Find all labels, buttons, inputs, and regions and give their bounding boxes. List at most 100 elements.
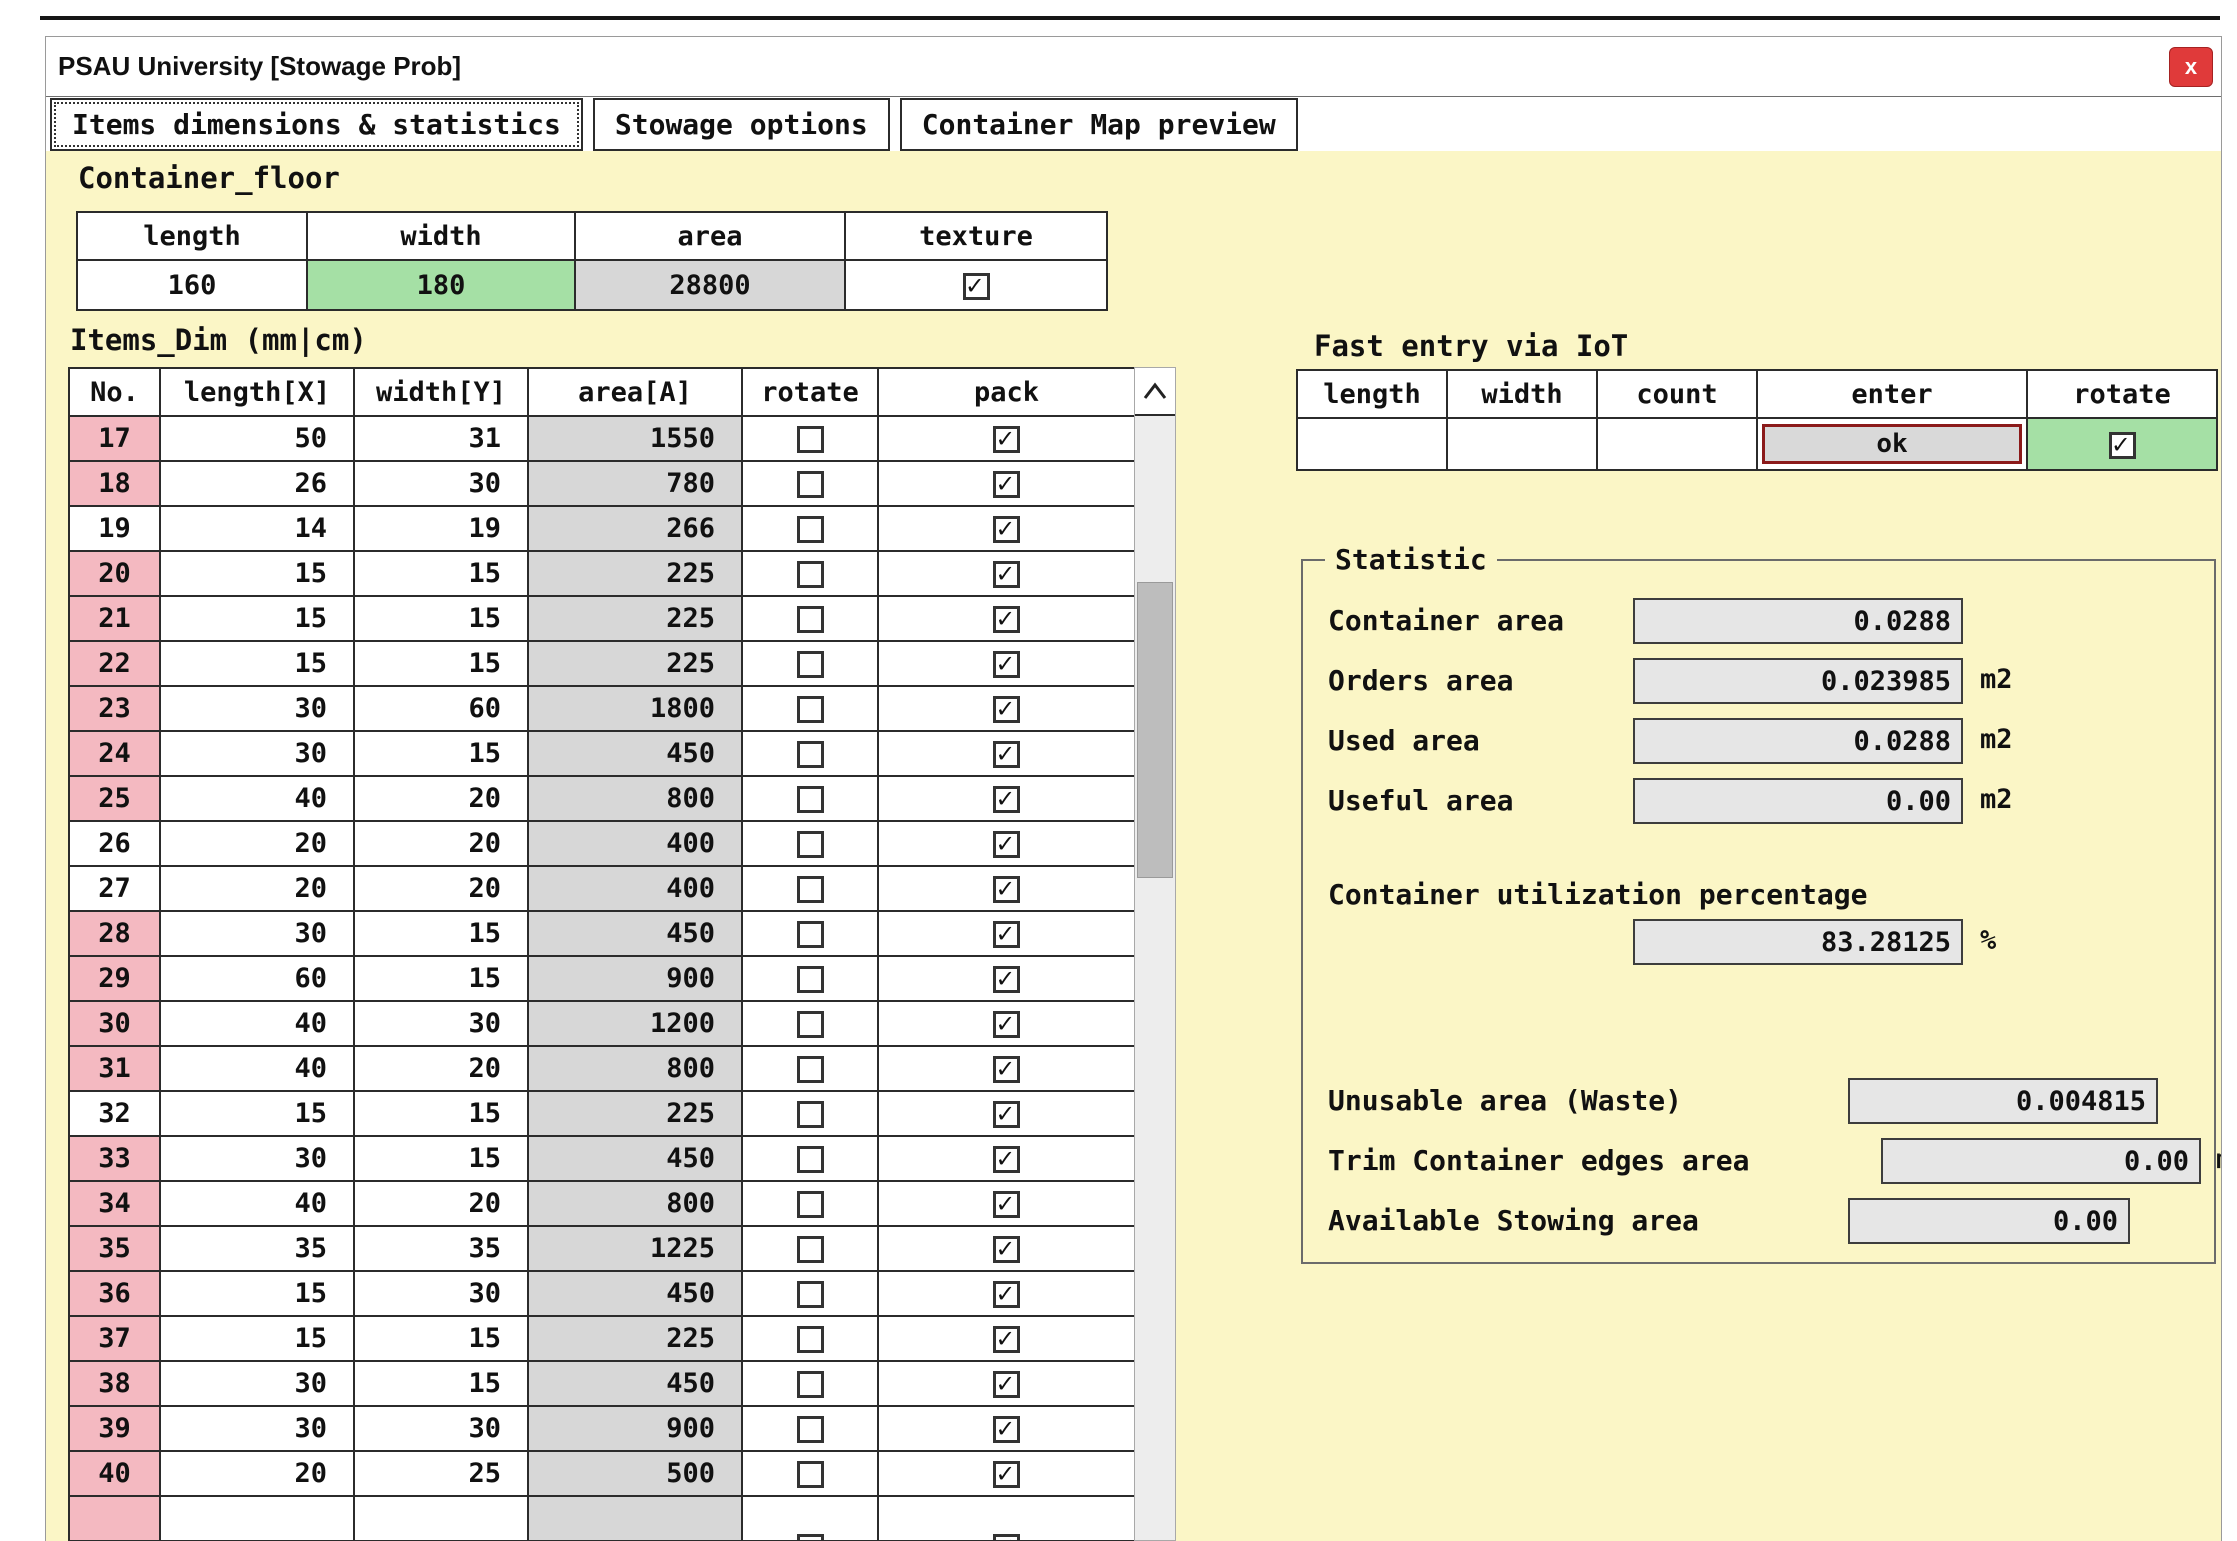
width-cell[interactable]: 60 (354, 686, 528, 731)
available-stowing-area-field[interactable]: 0.00 (1848, 1198, 2130, 1244)
length-cell[interactable]: 40 (160, 1001, 354, 1046)
rotate-checkbox[interactable] (797, 1011, 824, 1038)
length-cell[interactable]: 20 (160, 821, 354, 866)
length-cell[interactable]: 15 (160, 1316, 354, 1361)
width-cell[interactable]: 31 (354, 416, 528, 461)
rotate-checkbox[interactable] (797, 1191, 824, 1218)
length-cell[interactable]: 30 (160, 911, 354, 956)
length-cell[interactable]: 14 (160, 506, 354, 551)
pack-checkbox[interactable] (993, 696, 1020, 723)
row-number-cell[interactable]: 21 (69, 596, 160, 641)
pack-checkbox[interactable] (993, 1056, 1020, 1083)
orders-area-field[interactable]: 0.023985 (1633, 658, 1963, 704)
rotate-checkbox[interactable] (797, 1326, 824, 1353)
container-area-field[interactable]: 0.0288 (1633, 598, 1963, 644)
width-cell[interactable]: 15 (354, 1091, 528, 1136)
rotate-checkbox[interactable] (797, 426, 824, 453)
width-cell[interactable]: 30 (354, 1406, 528, 1451)
rotate-checkbox[interactable] (797, 516, 824, 543)
row-number-cell[interactable]: 27 (69, 866, 160, 911)
pack-checkbox[interactable] (993, 1191, 1020, 1218)
pack-checkbox[interactable] (993, 1011, 1020, 1038)
pack-checkbox[interactable] (993, 1416, 1020, 1443)
row-number-cell[interactable]: 30 (69, 1001, 160, 1046)
unusable-area-field[interactable]: 0.004815 (1848, 1078, 2158, 1124)
cf-length-cell[interactable]: 160 (77, 260, 307, 310)
pack-checkbox[interactable] (993, 1236, 1020, 1263)
width-cell[interactable]: 25 (354, 1451, 528, 1496)
rotate-checkbox[interactable] (797, 1416, 824, 1443)
length-cell[interactable]: 15 (160, 596, 354, 641)
length-cell[interactable]: 30 (160, 1136, 354, 1181)
useful-area-field[interactable]: 0.00 (1633, 778, 1963, 824)
fe-count-input-cell[interactable] (1597, 418, 1757, 470)
width-cell[interactable]: 20 (354, 866, 528, 911)
row-number-cell[interactable]: 18 (69, 461, 160, 506)
width-cell[interactable]: 15 (354, 596, 528, 641)
used-area-field[interactable]: 0.0288 (1633, 718, 1963, 764)
pack-checkbox[interactable] (993, 471, 1020, 498)
row-number-cell[interactable]: 26 (69, 821, 160, 866)
fe-rotate-checkbox[interactable] (2109, 432, 2136, 459)
pack-checkbox[interactable] (993, 741, 1020, 768)
rotate-checkbox[interactable] (797, 876, 824, 903)
row-number-cell[interactable]: 40 (69, 1451, 160, 1496)
row-number-cell[interactable]: 35 (69, 1226, 160, 1271)
width-cell[interactable]: 15 (354, 1361, 528, 1406)
rotate-checkbox[interactable] (797, 471, 824, 498)
pack-checkbox[interactable] (993, 1371, 1020, 1398)
rotate-checkbox[interactable] (797, 561, 824, 588)
row-number-cell[interactable]: 22 (69, 641, 160, 686)
length-cell[interactable]: 15 (160, 641, 354, 686)
row-number-cell[interactable]: 32 (69, 1091, 160, 1136)
pack-checkbox[interactable] (993, 651, 1020, 678)
pack-checkbox[interactable] (993, 1534, 1020, 1541)
rotate-checkbox[interactable] (797, 1461, 824, 1488)
row-number-cell[interactable]: 31 (69, 1046, 160, 1091)
rotate-checkbox[interactable] (797, 1281, 824, 1308)
row-number-cell[interactable]: 17 (69, 416, 160, 461)
rotate-checkbox[interactable] (797, 1146, 824, 1173)
rotate-checkbox[interactable] (797, 651, 824, 678)
width-cell[interactable]: 15 (354, 731, 528, 776)
width-cell[interactable]: 20 (354, 1181, 528, 1226)
length-cell[interactable]: 15 (160, 1091, 354, 1136)
width-cell[interactable]: 19 (354, 506, 528, 551)
pack-checkbox[interactable] (993, 1461, 1020, 1488)
pack-checkbox[interactable] (993, 516, 1020, 543)
width-cell[interactable]: 15 (354, 551, 528, 596)
pack-checkbox[interactable] (993, 426, 1020, 453)
row-number-cell[interactable]: 23 (69, 686, 160, 731)
length-cell[interactable]: 50 (160, 416, 354, 461)
pack-checkbox[interactable] (993, 966, 1020, 993)
row-number-cell[interactable]: 33 (69, 1136, 160, 1181)
cf-width-cell[interactable]: 180 (307, 260, 575, 310)
width-cell[interactable]: 15 (354, 1136, 528, 1181)
tab-items-dimensions[interactable]: Items dimensions & statistics (50, 98, 583, 151)
ok-button[interactable]: ok (1762, 424, 2022, 464)
pack-checkbox[interactable] (993, 1101, 1020, 1128)
rotate-checkbox[interactable] (797, 606, 824, 633)
length-cell[interactable]: 60 (160, 956, 354, 1001)
texture-checkbox[interactable] (963, 273, 990, 300)
pack-checkbox[interactable] (993, 561, 1020, 588)
pack-checkbox[interactable] (993, 1326, 1020, 1353)
close-button[interactable]: x (2169, 47, 2213, 87)
row-number-cell[interactable]: 29 (69, 956, 160, 1001)
scrollbar-thumb[interactable] (1137, 582, 1173, 878)
rotate-checkbox[interactable] (797, 696, 824, 723)
utilization-field[interactable]: 83.28125 (1633, 919, 1963, 965)
rotate-checkbox[interactable] (797, 741, 824, 768)
width-cell[interactable]: 20 (354, 821, 528, 866)
fe-width-input-cell[interactable] (1447, 418, 1597, 470)
pack-checkbox[interactable] (993, 831, 1020, 858)
width-cell[interactable]: 15 (354, 911, 528, 956)
row-number-cell[interactable]: 25 (69, 776, 160, 821)
width-cell[interactable]: 35 (354, 1226, 528, 1271)
length-cell[interactable]: 35 (160, 1226, 354, 1271)
pack-checkbox[interactable] (993, 1146, 1020, 1173)
rotate-checkbox[interactable] (797, 1056, 824, 1083)
length-cell[interactable]: 30 (160, 731, 354, 776)
fe-length-input-cell[interactable] (1297, 418, 1447, 470)
row-number-cell[interactable]: 39 (69, 1406, 160, 1451)
